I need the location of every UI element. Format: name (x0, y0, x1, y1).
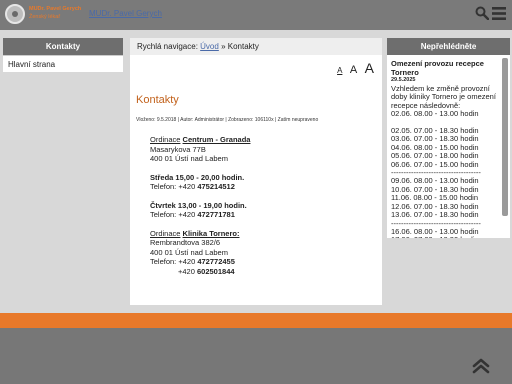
site-header: MUDr. Pavel Gerych Ženský lékař MUDr. Pa… (0, 0, 512, 30)
ordinace2-name: Klinika Tornero: (182, 228, 240, 238)
news-box[interactable]: Omezení provozu recepce Tornero 29.5.202… (387, 55, 510, 238)
news-title[interactable]: Omezení provozu recepce Tornero (391, 59, 500, 77)
logo-name: MUDr. Pavel Gerych (29, 6, 82, 12)
breadcrumb-current: Kontakty (227, 42, 259, 51)
search-icon[interactable] (475, 6, 489, 20)
ordinace2-street: Rembrandtova 382/6 (150, 238, 221, 247)
header-site-link[interactable]: MUDr. Pavel Gerych (89, 9, 162, 18)
phone4-prefix: +420 (178, 266, 195, 276)
right-sidebar: Nepřehlédněte Omezení provozu recepce To… (387, 38, 510, 238)
breadcrumb: Rychlá navigace: Úvod » Kontakty (130, 38, 382, 55)
font-size-large[interactable]: A (365, 60, 374, 76)
main-content: A A A Kontakty Vloženo: 9.5.2018 | Autor… (130, 55, 382, 305)
right-sidebar-title: Nepřehlédněte (387, 38, 510, 55)
contact-details: Ordinace Centrum - Granada Masarykova 77… (150, 135, 250, 276)
scroll-to-top-icon[interactable] (472, 358, 490, 374)
orange-divider (0, 313, 512, 328)
ordinace2-label: Ordinace (150, 228, 181, 238)
ordinace2-city: 400 01 Ústí nad Labem (150, 247, 228, 257)
left-sidebar: Kontakty Hlavní strana (3, 38, 123, 72)
logo-subtitle: Ženský lékař (29, 14, 61, 20)
phone3-prefix: Telefon: +420 (150, 257, 196, 266)
phone4-number[interactable]: 602501844 (197, 267, 235, 276)
hours-wednesday: Středa 15,00 - 20,00 hodin. (150, 172, 245, 182)
site-footer (0, 328, 512, 384)
ordinace1-city: 400 01 Ústí nad Labem (150, 154, 228, 163)
phone1-number[interactable]: 475214512 (197, 182, 235, 191)
font-size-medium[interactable]: A (350, 64, 357, 76)
news-body: Vzhledem ke změně provozní doby kliniky … (391, 84, 496, 238)
ordinace1-street: Masarykova 77B (150, 144, 206, 154)
page-title: Kontakty (136, 94, 179, 106)
ordinace1-name: Centrum - Granada (182, 135, 251, 144)
hamburger-menu-icon[interactable] (492, 7, 506, 20)
sidebar-item-home[interactable]: Hlavní strana (3, 55, 123, 73)
left-sidebar-title: Kontakty (3, 38, 123, 55)
phone1-prefix: Telefon: +420 (150, 182, 196, 191)
breadcrumb-prefix: Rychlá navigace: (137, 42, 198, 51)
hours-thursday: Čtvrtek 13,00 - 19,00 hodin. (150, 200, 247, 210)
ordinace1-label: Ordinace (150, 135, 181, 144)
article-meta: Vloženo: 9.5.2018 | Autor: Administrátor… (136, 117, 319, 123)
breadcrumb-separator: » (221, 42, 226, 51)
phone2-number[interactable]: 472771781 (197, 210, 235, 219)
breadcrumb-home-link[interactable]: Úvod (200, 42, 219, 51)
news-scrollbar[interactable] (502, 58, 508, 216)
font-size-small[interactable]: A (337, 66, 342, 75)
news-date: 29.5.2025 (391, 77, 416, 83)
logo-emblem-icon (5, 4, 25, 24)
font-size-switcher: A A A (334, 60, 374, 78)
phone2-prefix: Telefon: +420 (150, 210, 196, 219)
phone3-number[interactable]: 472772455 (197, 257, 235, 266)
